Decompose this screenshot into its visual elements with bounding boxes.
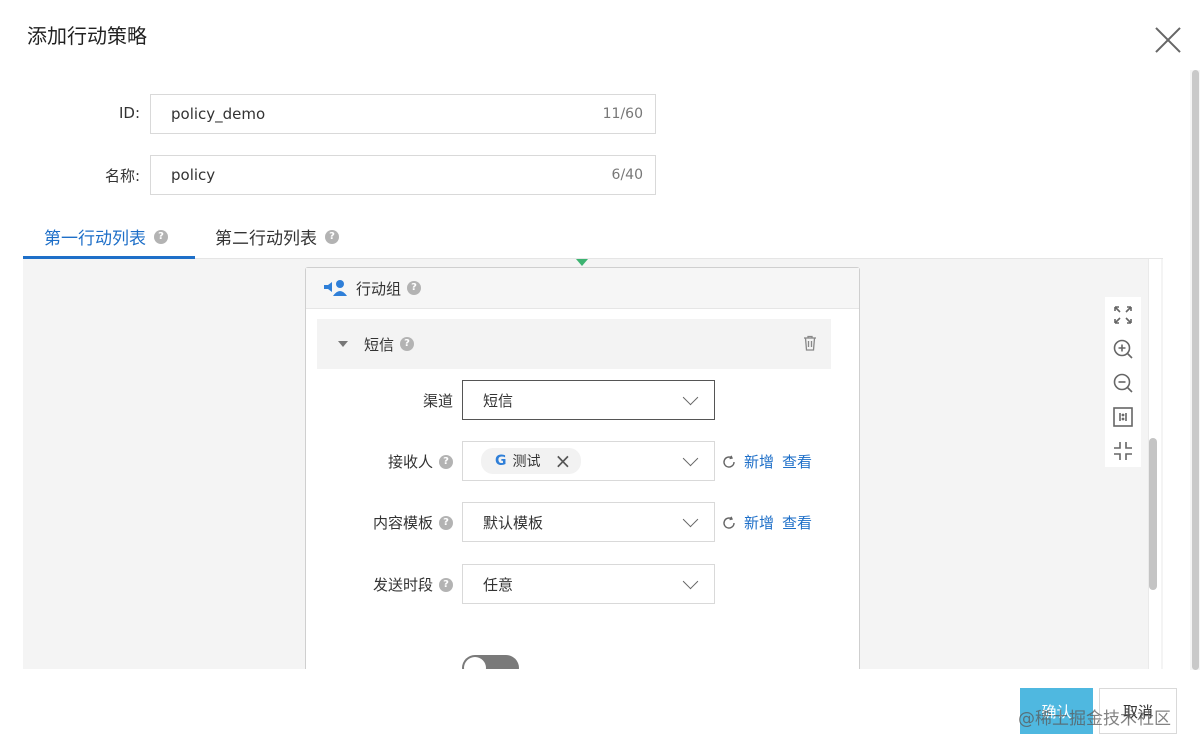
zoom-toolbar bbox=[1105, 297, 1141, 467]
zoom-in-icon[interactable] bbox=[1111, 337, 1135, 361]
fullscreen-icon[interactable] bbox=[1111, 303, 1135, 327]
help-icon[interactable]: ? bbox=[325, 229, 339, 244]
name-input[interactable]: policy 6/40 bbox=[150, 155, 656, 195]
recipient-label-text: 接收人 bbox=[387, 453, 433, 471]
send-time-label-text: 发送时段 bbox=[372, 576, 433, 594]
sms-section-title: 短信 bbox=[364, 335, 395, 354]
dialog-footer bbox=[0, 669, 1190, 748]
zoom-out-icon[interactable] bbox=[1111, 371, 1135, 395]
channel-label-text: 渠道 bbox=[422, 392, 453, 410]
name-input-value: policy bbox=[171, 166, 216, 184]
action-group-title: 行动组 bbox=[356, 279, 402, 298]
help-icon[interactable]: ? bbox=[439, 454, 453, 469]
sms-section-header[interactable]: 短信 ? bbox=[317, 319, 831, 369]
template-label: 内容模板 ? bbox=[313, 512, 453, 533]
channel-select[interactable]: 短信 bbox=[462, 380, 715, 420]
channel-select-value: 短信 bbox=[483, 391, 514, 410]
help-icon[interactable]: ? bbox=[407, 281, 422, 295]
id-input-value: policy_demo bbox=[171, 105, 266, 123]
help-icon[interactable]: ? bbox=[400, 337, 415, 351]
help-icon[interactable]: ? bbox=[439, 577, 453, 592]
dialog-scrollbar-thumb[interactable] bbox=[1192, 70, 1199, 670]
chevron-down-icon bbox=[682, 389, 699, 405]
action-group-icon bbox=[324, 280, 347, 296]
group-tag-icon: G bbox=[495, 453, 507, 469]
template-select-value: 默认模板 bbox=[483, 513, 544, 532]
action-group-header: 行动组 ? bbox=[306, 268, 859, 309]
template-actions: 新增 查看 bbox=[722, 512, 812, 533]
chevron-down-icon bbox=[682, 450, 699, 466]
id-label: ID: bbox=[118, 104, 140, 122]
refresh-icon[interactable] bbox=[722, 455, 736, 469]
chevron-down-icon bbox=[682, 511, 699, 527]
watermark: @稀土掘金技术社区 bbox=[1018, 709, 1171, 729]
id-char-count: 11/60 bbox=[602, 106, 643, 122]
close-icon[interactable] bbox=[1153, 25, 1183, 55]
template-add-link[interactable]: 新增 bbox=[744, 512, 774, 533]
recipient-label: 接收人 ? bbox=[313, 451, 453, 472]
recipient-select[interactable]: G 测试 × bbox=[462, 441, 715, 481]
template-select[interactable]: 默认模板 bbox=[462, 502, 715, 542]
chevron-down-icon bbox=[682, 573, 699, 589]
recipient-view-link[interactable]: 查看 bbox=[782, 451, 812, 472]
tab-second-label: 第二行动列表 bbox=[215, 229, 317, 249]
id-input[interactable]: policy_demo 11/60 bbox=[150, 94, 656, 134]
template-label-text: 内容模板 bbox=[372, 514, 433, 532]
name-label: 名称: bbox=[104, 167, 140, 185]
help-icon[interactable]: ? bbox=[154, 229, 168, 244]
dialog-title: 添加行动策略 bbox=[27, 24, 147, 48]
action-list-tabs: 第一行动列表 ? 第二行动列表 ? bbox=[23, 212, 1163, 259]
send-time-select[interactable]: 任意 bbox=[462, 564, 715, 604]
send-time-label: 发送时段 ? bbox=[313, 574, 453, 595]
template-view-link[interactable]: 查看 bbox=[782, 512, 812, 533]
tab-second-action-list[interactable]: 第二行动列表 ? bbox=[215, 224, 339, 249]
canvas-scrollbar-thumb[interactable] bbox=[1149, 438, 1157, 590]
collapse-caret-icon[interactable] bbox=[338, 341, 348, 347]
recipient-tag-text: 测试 bbox=[512, 454, 541, 470]
recipient-actions: 新增 查看 bbox=[722, 451, 812, 472]
flow-connector-arrow-icon bbox=[576, 259, 588, 266]
tab-first-label: 第一行动列表 bbox=[44, 229, 146, 249]
send-time-select-value: 任意 bbox=[483, 575, 514, 594]
refresh-icon[interactable] bbox=[722, 516, 736, 530]
tab-first-action-list[interactable]: 第一行动列表 ? bbox=[44, 224, 168, 249]
channel-label: 渠道 bbox=[313, 390, 453, 411]
recipient-tag: G 测试 × bbox=[481, 448, 582, 474]
actual-size-icon[interactable] bbox=[1111, 405, 1135, 429]
name-char-count: 6/40 bbox=[611, 167, 643, 183]
recipient-add-link[interactable]: 新增 bbox=[744, 451, 774, 472]
help-icon[interactable]: ? bbox=[439, 515, 453, 530]
fit-view-icon[interactable] bbox=[1111, 439, 1135, 463]
remove-tag-icon[interactable]: × bbox=[555, 451, 572, 471]
delete-trash-icon[interactable] bbox=[803, 335, 817, 351]
